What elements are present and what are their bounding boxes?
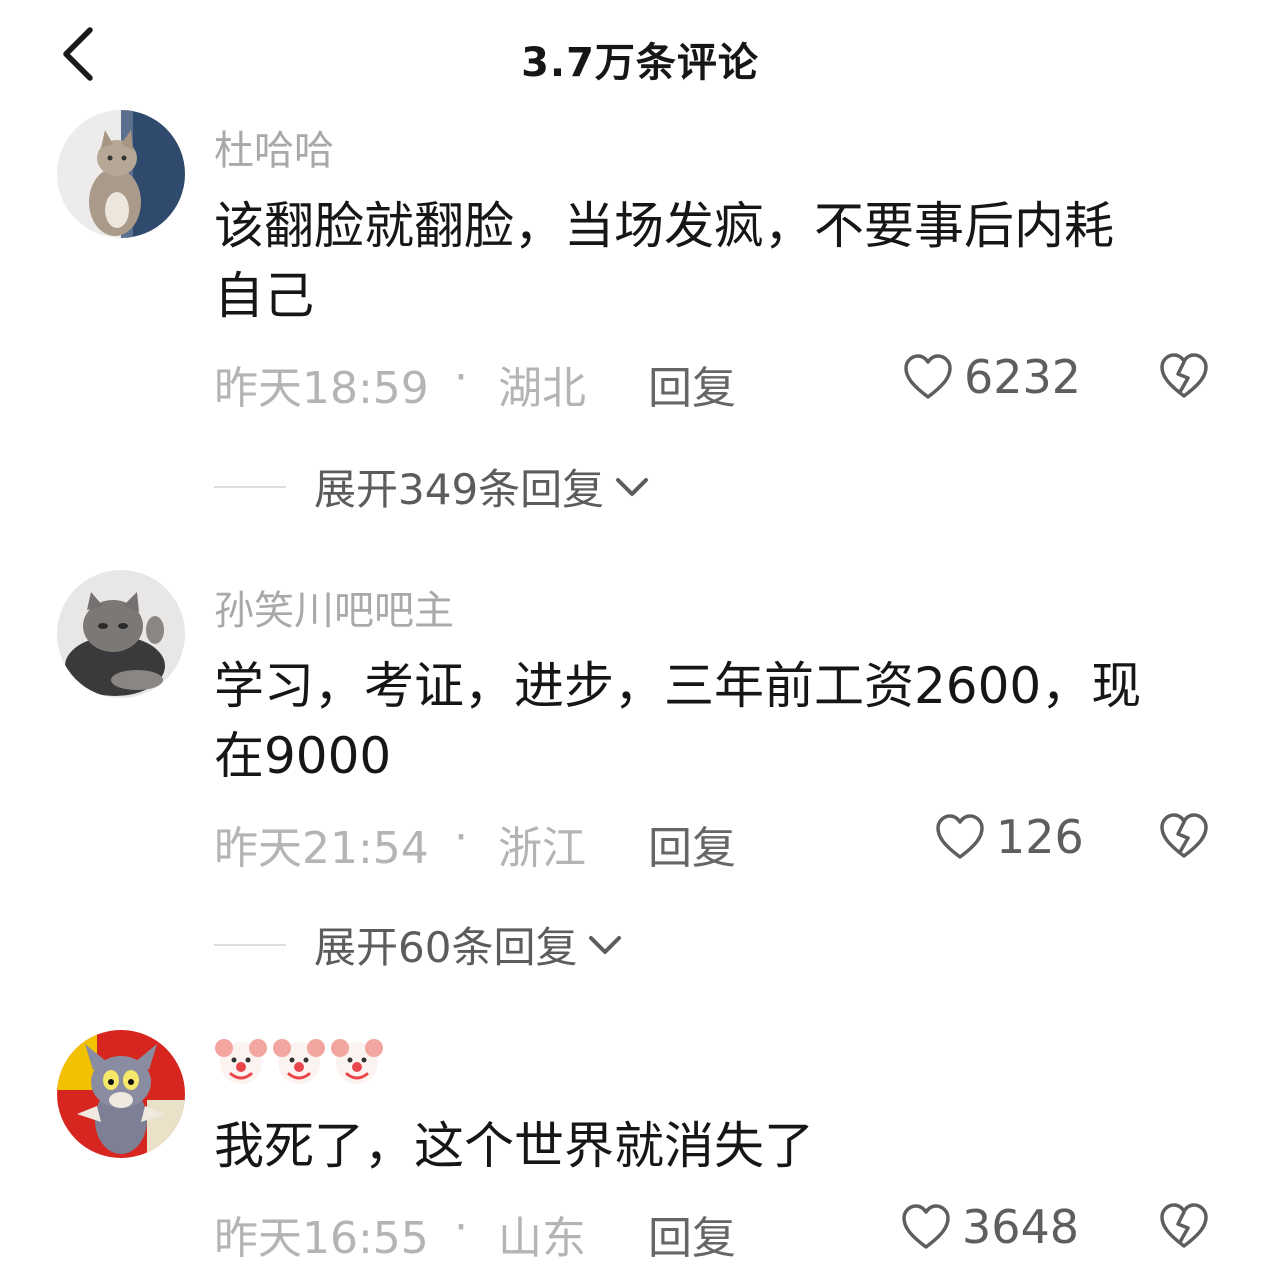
clown-face-icon [273,1039,325,1084]
comment-time: 昨天21:54 [214,823,429,874]
divider-line [214,943,286,946]
cartoon-cat-avatar [57,1030,185,1158]
chevron-down-icon [616,477,649,496]
avatar[interactable] [57,110,185,238]
header: 3.7万条评论 [0,0,1280,112]
heart-outline-icon [936,814,984,859]
comment-text-line: 在9000 [214,727,392,785]
like-count: 6232 [964,350,1082,404]
like-count: 3648 [962,1200,1080,1254]
page-title: 3.7万条评论 [521,40,759,86]
dislike-button[interactable] [1158,812,1210,860]
broken-heart-icon [1160,353,1208,398]
meta-separator: · [454,1202,468,1253]
username[interactable]: 杜哈哈 [214,118,334,176]
clown-face-icon [215,1039,267,1084]
broken-heart-icon [1160,1203,1208,1248]
avatar[interactable] [57,1030,185,1158]
like-button[interactable]: 6232 [902,350,1081,404]
broken-heart-icon [1160,813,1208,858]
comment-location: 山东 [498,1213,586,1264]
comment-text-line: 我死了，这个世界就消失了 [214,1117,814,1175]
avatar[interactable] [57,570,185,698]
comment-location: 浙江 [498,823,586,874]
dislike-button[interactable] [1158,352,1210,400]
comment-text-line: 自己 [214,267,314,325]
comment-location: 湖北 [498,363,586,414]
heart-outline-icon [904,354,952,399]
reply-button[interactable]: 回复 [648,812,736,876]
comment-text: 该翻脸就翻脸，当场发疯，不要事后内耗 自己 [214,194,1214,328]
comment-text-line: 学习，考证，进步，三年前工资2600，现 [214,657,1142,715]
reply-button[interactable]: 回复 [648,352,736,416]
comment-time: 昨天18:59 [214,363,429,414]
cat-photo-avatar [57,110,185,238]
reply-button[interactable]: 回复 [648,1202,736,1266]
comment-text-line: 该翻脸就翻脸，当场发疯，不要事后内耗 [214,197,1114,255]
heart-outline-icon [902,1204,950,1249]
comment-text: 学习，考证，进步，三年前工资2600，现 在9000 [214,654,1214,788]
meta-separator: · [454,352,468,403]
expand-replies-button[interactable]: 展开349条回复 [214,456,650,517]
clown-face-icon [331,1039,383,1084]
divider-line [214,485,286,488]
expand-replies-button[interactable]: 展开60条回复 [214,914,623,975]
like-button[interactable]: 3648 [900,1200,1079,1254]
comments-page: 3.7万条评论 杜哈哈 该翻脸就翻脸，当场发疯，不要事后内耗 自己 昨天18:5… [0,0,1280,1287]
username-emoji-group[interactable] [214,1034,384,1088]
expand-replies-label: 展开349条回复 [314,465,605,514]
comment-text: 我死了，这个世界就消失了 [214,1114,1214,1178]
like-count: 126 [996,810,1084,864]
chevron-down-icon [589,935,622,954]
meta-separator: · [454,812,468,863]
like-button[interactable]: 126 [934,810,1084,864]
comment-time: 昨天16:55 [214,1213,429,1264]
expand-replies-label: 展开60条回复 [314,923,578,972]
dislike-button[interactable] [1158,1202,1210,1250]
cat-photo-avatar [57,570,185,698]
username[interactable]: 孙笑川吧吧主 [214,578,454,636]
